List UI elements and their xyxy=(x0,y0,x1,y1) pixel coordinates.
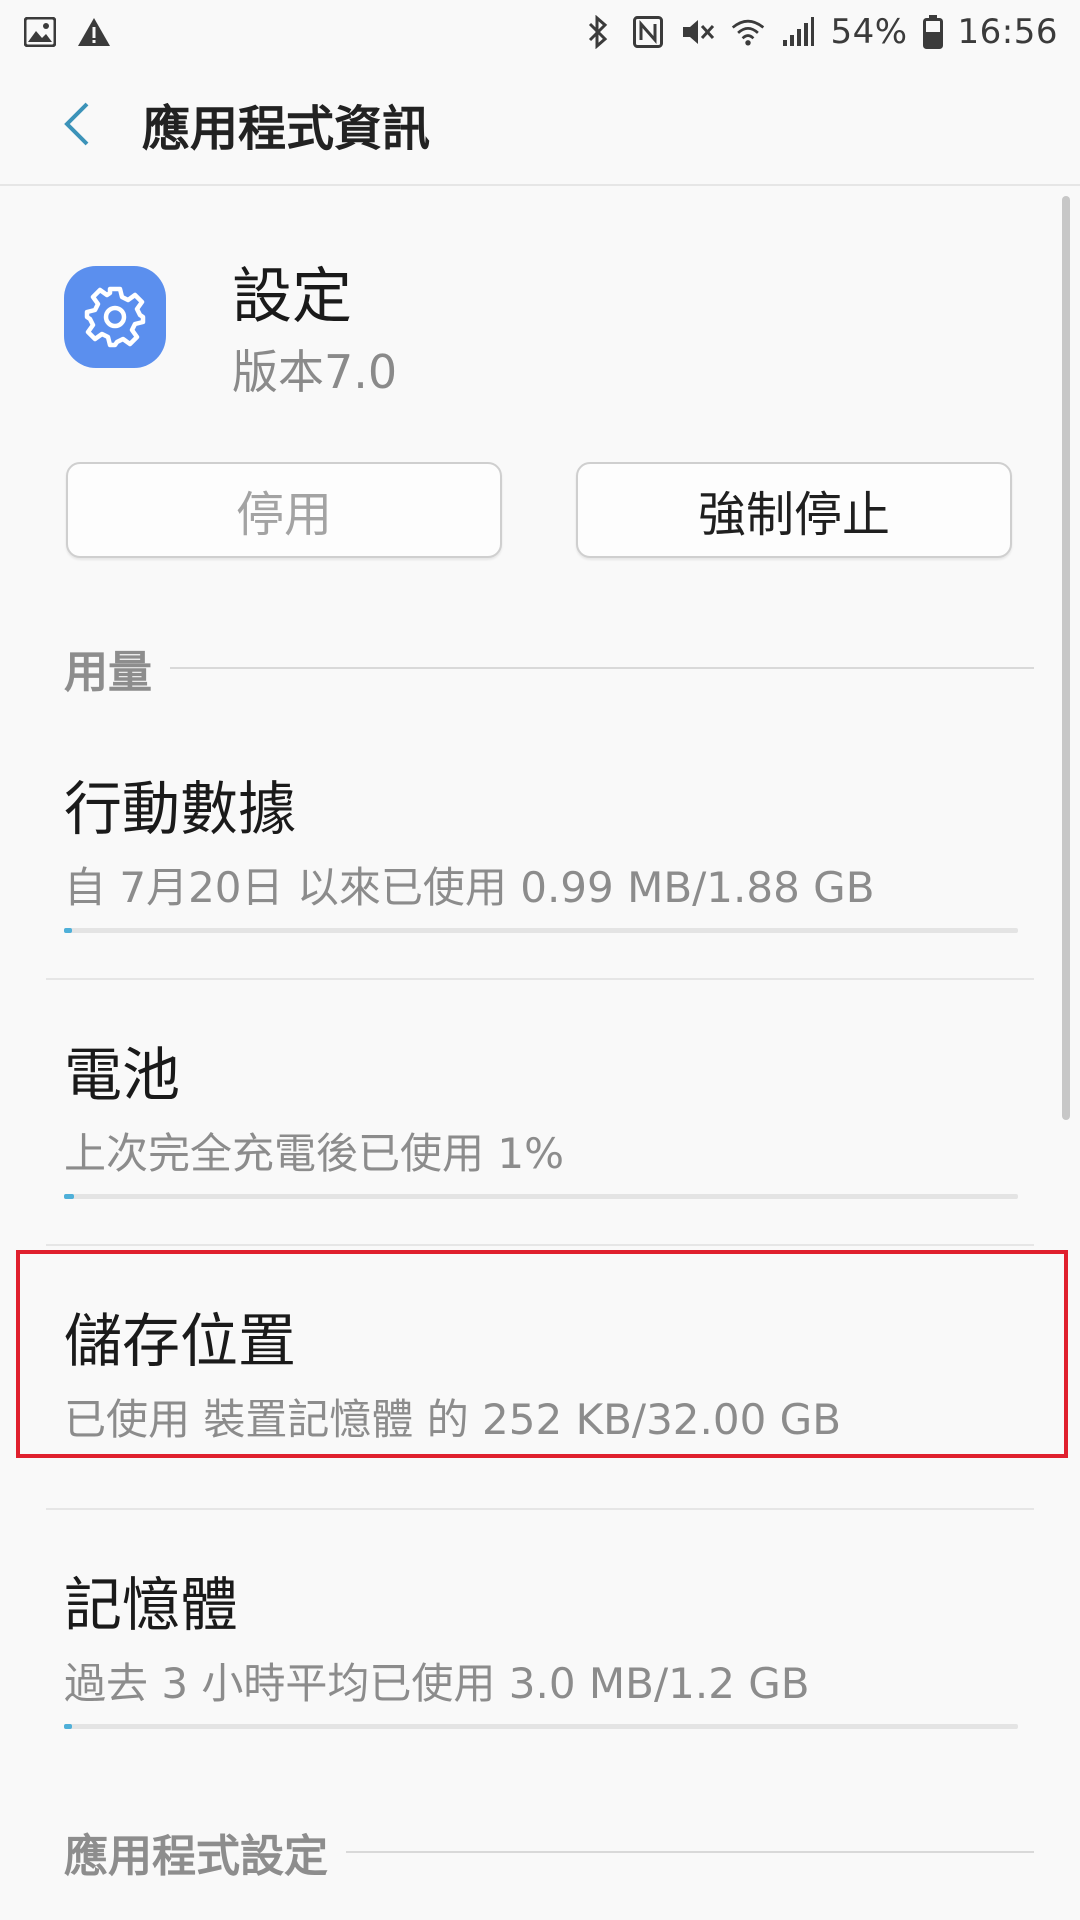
usage-progress-bar xyxy=(64,1194,1018,1199)
bluetooth-icon xyxy=(580,14,616,50)
status-right-icons: 54% 16:56 xyxy=(580,12,1058,52)
item-subtitle: 已使用 裝置記憶體 的 252 KB/32.00 GB xyxy=(64,1395,842,1444)
app-name: 設定 xyxy=(232,262,352,332)
list-item-mobile-data[interactable]: 行動數據 自 7月20日 以來已使用 0.99 MB/1.88 GB xyxy=(46,740,1034,968)
item-subtitle: 上次完全充電後已使用 1% xyxy=(64,1129,564,1178)
wifi-icon xyxy=(730,14,766,50)
battery-icon xyxy=(922,14,944,50)
list-item-memory[interactable]: 記憶體 過去 3 小時平均已使用 3.0 MB/1.2 GB xyxy=(46,1536,1034,1764)
usage-progress-bar xyxy=(64,1724,1018,1729)
item-title: 儲存位置 xyxy=(64,1307,297,1375)
item-title: 行動數據 xyxy=(64,775,297,843)
status-left-icons xyxy=(22,14,112,50)
back-arrow-icon xyxy=(64,102,89,146)
section-header-app-settings: 應用程式設定 xyxy=(64,1820,1034,1884)
nfc-icon xyxy=(630,14,666,50)
signal-icon xyxy=(780,14,816,50)
force-stop-button[interactable]: 強制停止 xyxy=(576,462,1012,558)
disable-button[interactable]: 停用 xyxy=(66,462,502,558)
mute-icon xyxy=(680,14,716,50)
usage-progress-fill xyxy=(64,1194,74,1199)
list-divider xyxy=(46,1508,1034,1510)
list-divider xyxy=(46,978,1034,980)
section-title-app-settings: 應用程式設定 xyxy=(64,1831,328,1882)
back-button[interactable] xyxy=(40,88,112,160)
settings-app-icon xyxy=(64,266,166,368)
usage-progress-bar xyxy=(64,928,1018,933)
image-icon xyxy=(22,14,58,50)
app-bar: 應用程式資訊 xyxy=(0,64,1080,186)
status-bar: 54% 16:56 xyxy=(0,0,1080,64)
section-divider xyxy=(170,667,1034,669)
app-header: 設定 版本7.0 xyxy=(0,240,1080,410)
section-title-usage: 用量 xyxy=(64,647,152,698)
warning-icon xyxy=(76,14,112,50)
usage-progress-fill xyxy=(64,928,72,933)
clock: 16:56 xyxy=(957,12,1058,52)
page-title: 應用程式資訊 xyxy=(142,101,431,157)
section-header-usage: 用量 xyxy=(64,636,1034,700)
list-item-storage[interactable]: 儲存位置 已使用 裝置記憶體 的 252 KB/32.00 GB xyxy=(46,1272,1034,1472)
list-divider xyxy=(46,1244,1034,1246)
item-title: 記憶體 xyxy=(64,1571,239,1639)
battery-percent: 54% xyxy=(830,12,908,52)
item-title: 電池 xyxy=(64,1041,181,1109)
section-divider xyxy=(346,1851,1034,1853)
usage-progress-fill xyxy=(64,1724,72,1729)
item-subtitle: 過去 3 小時平均已使用 3.0 MB/1.2 GB xyxy=(64,1659,810,1708)
gear-icon xyxy=(84,286,146,348)
app-version: 版本7.0 xyxy=(232,345,398,399)
list-item-battery[interactable]: 電池 上次完全充電後已使用 1% xyxy=(46,1006,1034,1234)
item-subtitle: 自 7月20日 以來已使用 0.99 MB/1.88 GB xyxy=(64,863,875,912)
